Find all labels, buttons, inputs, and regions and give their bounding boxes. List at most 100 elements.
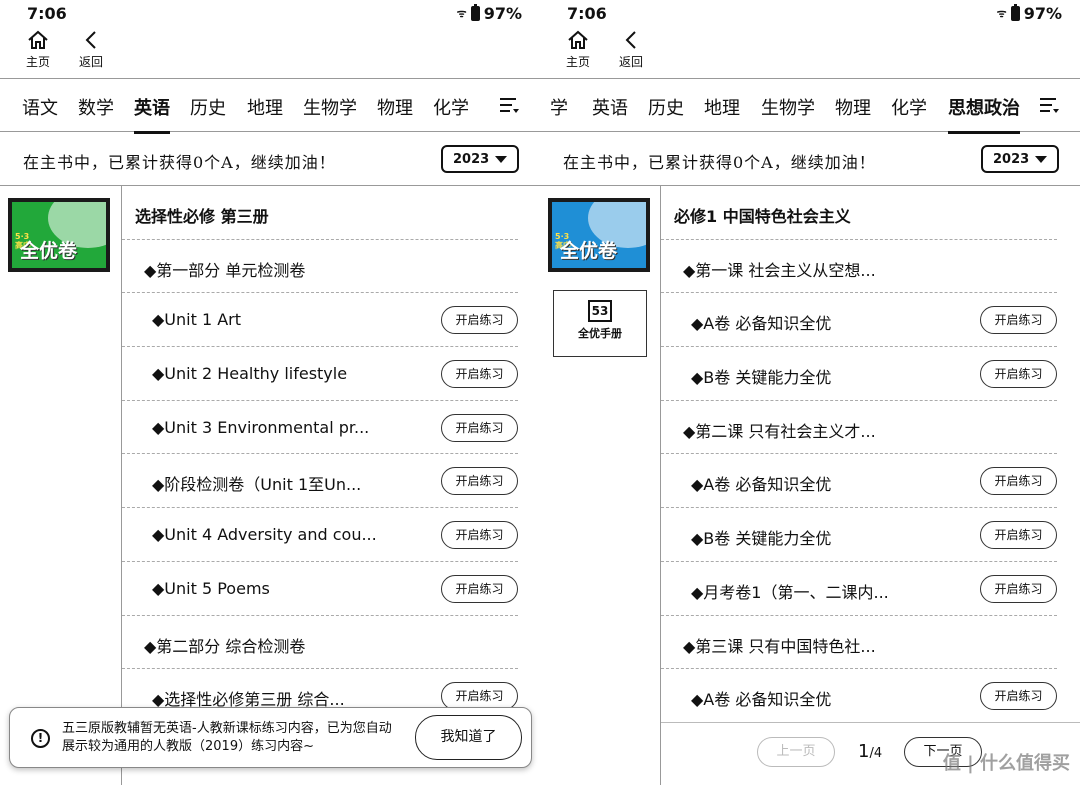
- section-heading: 选择性必修 第三册: [122, 186, 518, 240]
- list-item[interactable]: ◆第一部分 单元检测卷: [122, 240, 518, 294]
- battery-level: 97%: [1023, 4, 1062, 23]
- start-practice-button[interactable]: 开启练习: [980, 306, 1057, 335]
- list-item-label: ◆B卷 关键能力全优: [691, 529, 832, 549]
- tab-menu-button[interactable]: [1038, 95, 1062, 117]
- list-item[interactable]: ◆A卷 必备知识全优 开启练习: [661, 669, 1057, 723]
- start-practice-button[interactable]: 开启练习: [441, 360, 518, 389]
- list-item[interactable]: ◆A卷 必备知识全优 开启练习: [661, 293, 1057, 348]
- subject-tabs: 语文 数学 英语 历史 地理 生物学 物理 化学: [0, 80, 540, 134]
- handbook-logo: 53: [588, 300, 612, 322]
- tab-politics[interactable]: 思想政治: [948, 94, 1020, 134]
- start-practice-button[interactable]: 开启练习: [441, 574, 518, 603]
- handbook-book[interactable]: 53 全优手册: [553, 290, 647, 357]
- toast-message: 五三原版教辅暂无英语-人教新课标练习内容，已为您自动展示较为通用的人教版（201…: [62, 721, 392, 754]
- list-item-label: ◆第一课 社会主义从空想...: [683, 260, 876, 280]
- list-sort-icon: [500, 98, 519, 113]
- chevron-left-icon: [625, 31, 636, 49]
- list-item-label: 必修1 中国特色社会主义: [674, 207, 851, 226]
- tab-physics[interactable]: 物理: [835, 94, 871, 120]
- list-item[interactable]: ◆月考卷1（第一、二课内... 开启练习: [661, 562, 1057, 616]
- list-item[interactable]: ◆第一课 社会主义从空想...: [661, 240, 1057, 294]
- start-practice-button[interactable]: 开启练习: [441, 467, 518, 496]
- status-time: 7:06: [567, 4, 607, 23]
- info-icon: !: [31, 729, 50, 748]
- list-item-label: ◆A卷 必备知识全优: [691, 690, 832, 710]
- home-label: 主页: [565, 55, 590, 69]
- caret-down-icon: [1035, 156, 1047, 163]
- book-cover[interactable]: 5·3 高中 全优卷: [8, 198, 110, 272]
- tab-physics[interactable]: 物理: [377, 94, 413, 120]
- list-item-label: ◆Unit 1 Art: [152, 310, 242, 330]
- list-item-label: ◆A卷 必备知识全优: [691, 314, 832, 334]
- back-button[interactable]: 返回: [611, 30, 651, 70]
- prev-page-button[interactable]: 上一页: [757, 737, 835, 767]
- start-practice-button[interactable]: 开启练习: [980, 574, 1057, 603]
- start-practice-button[interactable]: 开启练习: [441, 413, 518, 442]
- list-item[interactable]: ◆Unit 4 Adversity and cou... 开启练习: [122, 508, 518, 562]
- year-select[interactable]: 2023: [981, 145, 1059, 173]
- caret-down-icon: [495, 156, 507, 163]
- start-practice-button[interactable]: 开启练习: [441, 521, 518, 550]
- tab-biology[interactable]: 生物学: [303, 94, 357, 120]
- home-icon: [28, 30, 48, 49]
- list-item-label: ◆月考卷1（第一、二课内...: [691, 582, 889, 602]
- tab-geography[interactable]: 地理: [247, 94, 283, 120]
- acknowledge-button[interactable]: 我知道了: [415, 715, 522, 760]
- home-button[interactable]: 主页: [18, 30, 58, 70]
- book-cover[interactable]: 5·3 高中 全优卷: [548, 198, 650, 272]
- start-practice-button[interactable]: 开启练习: [441, 306, 518, 335]
- back-button[interactable]: 返回: [71, 30, 111, 70]
- list-item[interactable]: ◆阶段检测卷（Unit 1至Un... 开启练习: [122, 454, 518, 509]
- start-practice-button[interactable]: 开启练习: [980, 360, 1057, 389]
- start-practice-button[interactable]: 开启练习: [980, 467, 1057, 496]
- tab-english[interactable]: 英语: [134, 94, 170, 134]
- chapter-list: 必修1 中国特色社会主义 ◆第一课 社会主义从空想... ◆A卷 必备知识全优 开启练…: [661, 186, 1057, 723]
- list-item-label: ◆Unit 5 Poems: [152, 578, 270, 598]
- status-bar: 7:06 ᯤ 97%: [540, 0, 1080, 26]
- left-screen: 7:06 ᯤ 97% 主页 返回 语文 数学 英语 历史 地理 生物学 物理 化…: [0, 0, 540, 785]
- progress-banner: 在主书中，已累计获得0个A，继续加油！ 2023: [540, 133, 1080, 186]
- list-item[interactable]: ◆Unit 2 Healthy lifestyle 开启练习: [122, 347, 518, 401]
- tab-math[interactable]: 数学: [78, 94, 114, 120]
- list-item[interactable]: ◆A卷 必备知识全优 开启练习: [661, 454, 1057, 509]
- list-sort-icon: [1040, 98, 1059, 113]
- home-label: 主页: [25, 55, 50, 69]
- start-practice-button[interactable]: 开启练习: [980, 521, 1057, 550]
- home-button[interactable]: 主页: [558, 30, 598, 70]
- cover-title: 全优卷: [20, 240, 78, 262]
- list-item-label: ◆阶段检测卷（Unit 1至Un...: [152, 475, 362, 495]
- banner-text: 在主书中，已累计获得0个A，继续加油！: [563, 153, 876, 172]
- list-item[interactable]: ◆B卷 关键能力全优 开启练习: [661, 347, 1057, 401]
- list-item-label: ◆Unit 4 Adversity and cou...: [152, 525, 377, 545]
- tab-geography[interactable]: 地理: [704, 94, 740, 120]
- tab-menu-button[interactable]: [498, 95, 522, 117]
- handbook-label: 全优手册: [578, 327, 622, 340]
- tab-chinese[interactable]: 语文: [22, 94, 58, 120]
- tab-history[interactable]: 历史: [648, 94, 684, 120]
- back-label: 返回: [618, 55, 643, 69]
- year-select[interactable]: 2023: [441, 145, 519, 173]
- list-item[interactable]: ◆B卷 关键能力全优 开启练习: [661, 508, 1057, 562]
- list-item[interactable]: ◆Unit 1 Art 开启练习: [122, 293, 518, 348]
- tab-biology[interactable]: 生物学: [761, 94, 815, 120]
- start-practice-button[interactable]: 开启练习: [441, 682, 518, 711]
- cover-title: 全优卷: [560, 240, 618, 262]
- tab-chemistry[interactable]: 化学: [891, 94, 927, 120]
- tab-history[interactable]: 历史: [190, 94, 226, 120]
- list-item[interactable]: ◆第二课 只有社会主义才...: [661, 401, 1057, 455]
- start-practice-button[interactable]: 开启练习: [980, 682, 1057, 711]
- banner-text: 在主书中，已累计获得0个A，继续加油！: [23, 153, 336, 172]
- list-item-label: ◆第一部分 单元检测卷: [144, 260, 306, 280]
- list-item[interactable]: ◆第三课 只有中国特色社...: [661, 616, 1057, 670]
- tab-english[interactable]: 英语: [592, 94, 628, 120]
- status-time: 7:06: [27, 4, 67, 23]
- tab-chemistry[interactable]: 化学: [433, 94, 469, 120]
- list-item[interactable]: ◆第二部分 综合检测卷: [122, 616, 518, 670]
- battery-icon: [470, 4, 480, 21]
- list-item[interactable]: ◆Unit 3 Environmental pr... 开启练习: [122, 401, 518, 455]
- year-value: 2023: [453, 152, 490, 167]
- toolbar: 主页 返回: [0, 26, 540, 79]
- list-item[interactable]: ◆Unit 5 Poems 开启练习: [122, 562, 518, 616]
- list-item-label: ◆B卷 关键能力全优: [691, 368, 832, 388]
- tab-math-partial[interactable]: 学: [550, 94, 568, 120]
